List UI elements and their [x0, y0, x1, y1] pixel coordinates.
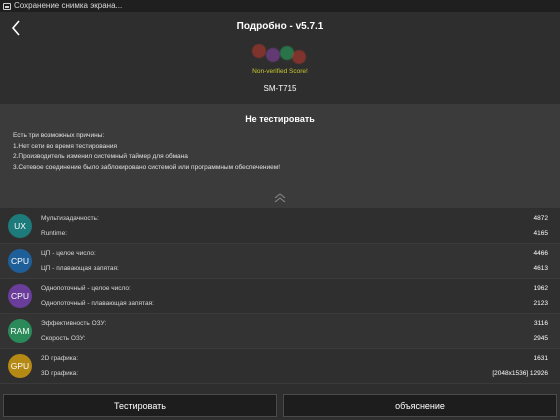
metric-value: 1631: [533, 355, 548, 362]
reason-line: 1.Нет сети во время тестирования: [13, 142, 117, 150]
result-row-single-thread: CPU Однопоточный - целое число: 1962 Одн…: [0, 279, 560, 314]
page-title: Подробно - v5.7.1: [236, 21, 324, 32]
result-row-ram: RAM Эффективность ОЗУ: 3116 Скорость ОЗУ…: [0, 314, 560, 349]
metric-value: 4872: [533, 215, 548, 222]
metric-value: [2048x1536] 12926: [492, 370, 548, 377]
cpu-single-badge-icon: CPU: [8, 284, 32, 308]
result-row-ux: UX Мультизадачность: 4872 Runtime: 4165: [0, 209, 560, 244]
metric-value: 4165: [533, 230, 548, 237]
collapse-button[interactable]: [272, 191, 288, 203]
metric-label: Однопоточный - плавающая запятая:: [41, 300, 154, 307]
cpu-badge-icon: CPU: [8, 249, 32, 273]
explain-button[interactable]: объяснение: [283, 394, 557, 417]
metric-value: 3116: [534, 320, 548, 327]
status-text: Сохранение снимка экрана...: [14, 1, 123, 10]
reason-line: Есть три возможных причины:: [13, 132, 105, 139]
metric-label: Однопоточный - целое число:: [41, 285, 131, 292]
score-warning: Non-verified Score!: [252, 68, 308, 75]
test-button[interactable]: Тестировать: [3, 394, 277, 417]
device-model: SM-T715: [263, 84, 297, 93]
metric-label: Эффективность ОЗУ:: [41, 320, 107, 327]
metric-label: Скорость ОЗУ:: [41, 335, 86, 342]
score-circle: [252, 44, 266, 58]
chevron-up-icon: [274, 193, 286, 203]
score-circle: [292, 50, 306, 64]
metric-label: ЦП - плавающая запятая:: [41, 265, 119, 272]
panel-text: Есть три возможных причины: 1.Нет сети в…: [13, 131, 543, 173]
panel-title: Не тестировать: [245, 114, 315, 124]
metric-label: 2D графика:: [41, 355, 79, 362]
results-list: UX Мультизадачность: 4872 Runtime: 4165 …: [0, 209, 560, 384]
ux-badge-icon: UX: [8, 214, 32, 238]
header: Подробно - v5.7.1 Non-verified Score! SM…: [0, 12, 560, 104]
metric-value: 2945: [533, 335, 548, 342]
metric-value: 4613: [533, 265, 548, 272]
metric-value: 2123: [533, 300, 548, 307]
gpu-badge-icon: GPU: [8, 354, 32, 378]
metric-label: ЦП - целое число:: [41, 250, 96, 257]
metric-value: 1962: [533, 285, 548, 292]
metric-label: Мультизадачность:: [41, 215, 99, 222]
reason-line: 2.Производитель изменил системный таймер…: [13, 153, 188, 160]
reason-line: 3.Сетевое соединение было заблокировано …: [13, 163, 281, 171]
bottom-bar: Тестировать объяснение: [0, 392, 560, 420]
metric-value: 4466: [533, 250, 548, 257]
status-bar: Сохранение снимка экрана...: [0, 0, 560, 12]
result-row-cpu: CPU ЦП - целое число: 4466 ЦП - плавающа…: [0, 244, 560, 279]
result-row-gpu: GPU 2D графика: 1631 3D графика: [2048x1…: [0, 349, 560, 384]
metric-label: Runtime:: [41, 230, 68, 237]
ram-badge-icon: RAM: [8, 319, 32, 343]
score-circle: [266, 48, 280, 62]
screenshot-icon: [3, 2, 11, 10]
score-circles: [252, 44, 308, 66]
metric-label: 3D графика:: [41, 370, 79, 377]
